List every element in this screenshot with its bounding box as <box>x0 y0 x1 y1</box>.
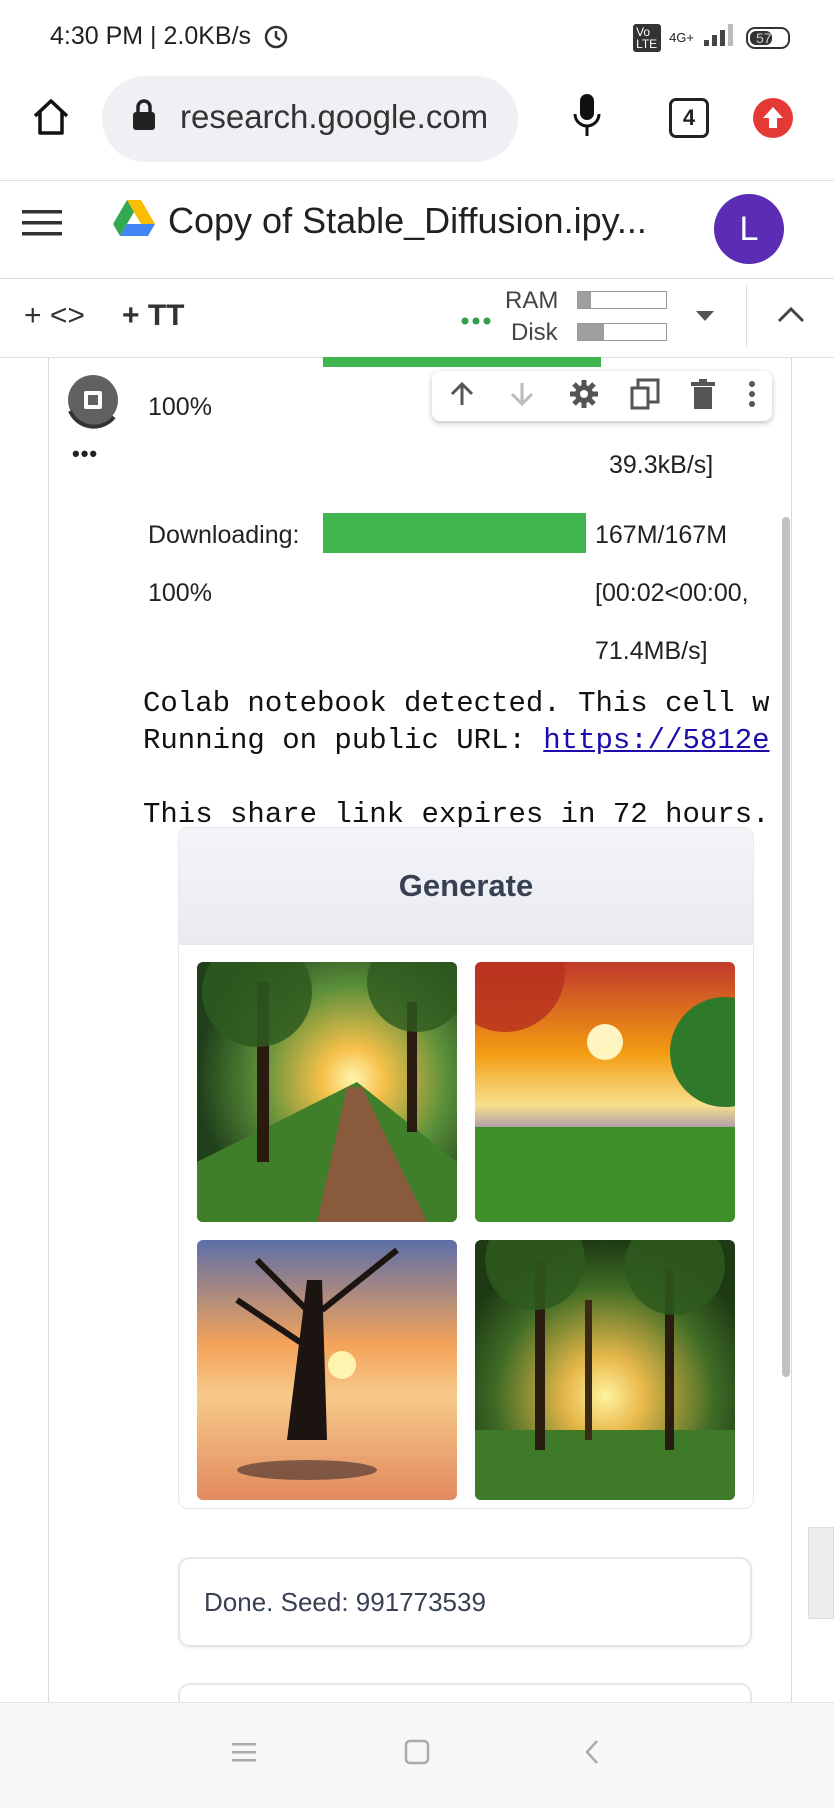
download-progress-bar <box>323 513 586 553</box>
download-time: [00:02<00:00, <box>595 579 749 607</box>
mirror-cell-icon[interactable] <box>630 378 660 415</box>
next-output-box <box>178 1683 752 1702</box>
home-icon[interactable] <box>30 96 72 143</box>
home-nav-icon[interactable] <box>404 1739 430 1770</box>
network-type-label: 4G+ <box>669 30 694 45</box>
recent-apps-icon[interactable] <box>232 1741 256 1768</box>
move-down-icon[interactable] <box>507 379 537 414</box>
resources-dropdown-icon[interactable] <box>694 309 716 328</box>
microphone-icon[interactable] <box>572 92 602 143</box>
android-nav-bar <box>0 1702 834 1808</box>
notebook-title[interactable]: Copy of Stable_Diffusion.ipy... <box>168 200 647 242</box>
colab-toolbar: + <> + TT RAM Disk <box>0 279 834 358</box>
toolbar-divider <box>746 285 747 347</box>
avatar[interactable]: L <box>714 194 784 264</box>
stop-execution-icon[interactable] <box>64 371 122 434</box>
add-text-button[interactable]: + TT <box>122 299 185 333</box>
generated-image-1[interactable] <box>197 962 457 1222</box>
output-actions-icon[interactable]: ••• <box>72 441 98 467</box>
connected-dots-icon <box>460 313 492 331</box>
status-output-text: Done. Seed: 991773539 <box>204 1587 486 1617</box>
back-nav-icon[interactable] <box>582 1739 602 1770</box>
status-output-box: Done. Seed: 991773539 <box>178 1557 752 1647</box>
download-percent: 100% <box>148 579 212 607</box>
menu-icon[interactable] <box>22 208 62 243</box>
progress-bar-previous <box>323 357 601 367</box>
log-url-prefix: Running on public URL: <box>143 724 544 757</box>
log-line-url: Running on public URL: https://5812e <box>143 722 833 759</box>
status-right-icons: Vo LTE 4G+ 57 <box>633 22 790 53</box>
add-code-button[interactable]: + <> <box>24 299 85 333</box>
log-output: Colab notebook detected. This cell w Run… <box>143 685 833 833</box>
download-size: 167M/167M <box>595 521 728 549</box>
browser-toolbar: research.google.com 4 <box>0 70 834 181</box>
disk-usage-bar[interactable] <box>577 323 667 341</box>
url-text[interactable]: research.google.com <box>180 98 488 136</box>
alarm-icon <box>262 22 290 55</box>
notebook-cell-area: 100% ••• 39.3kB/s] Downloading: 167M/167… <box>0 357 834 1702</box>
google-drive-icon <box>112 198 156 243</box>
generated-image-4[interactable] <box>475 1240 735 1500</box>
progress-percent-1: 100% <box>148 393 212 421</box>
status-time: 4:30 PM | 2.0KB/s <box>50 22 252 50</box>
downloading-label: Downloading: <box>148 521 300 549</box>
move-up-icon[interactable] <box>447 379 477 414</box>
colab-header: Copy of Stable_Diffusion.ipy... L <box>0 180 834 279</box>
disk-label: Disk <box>511 319 558 346</box>
status-bar: 4:30 PM | 2.0KB/s Vo LTE 4G+ 57 <box>0 0 834 70</box>
signal-icon <box>702 22 738 53</box>
battery-icon: 57 <box>746 26 790 49</box>
speed-text-1: 39.3kB/s] <box>609 451 714 479</box>
more-options-icon[interactable] <box>747 379 757 414</box>
public-url-link[interactable]: https://5812e <box>543 724 769 757</box>
lock-icon[interactable] <box>130 98 158 137</box>
generate-button[interactable]: Generate <box>179 828 753 945</box>
battery-level: 57 <box>756 29 772 46</box>
output-scrollbar[interactable] <box>782 517 790 1377</box>
page-scrollbar[interactable] <box>808 1527 834 1619</box>
gradio-app: Generate <box>178 827 754 1509</box>
ram-label: RAM <box>505 287 559 314</box>
download-speed: 71.4MB/s] <box>595 637 708 665</box>
volte-icon: Vo LTE <box>633 23 662 52</box>
cell-toolbar <box>432 371 772 421</box>
generated-image-2[interactable] <box>475 962 735 1222</box>
update-icon[interactable] <box>753 98 793 138</box>
delete-icon[interactable] <box>690 378 716 415</box>
generated-image-3[interactable] <box>197 1240 457 1500</box>
tab-switcher-button[interactable]: 4 <box>669 98 709 138</box>
collapse-header-icon[interactable] <box>776 305 806 330</box>
settings-gear-icon[interactable] <box>568 378 600 415</box>
log-line-colab: Colab notebook detected. This cell w <box>143 687 770 720</box>
ram-usage-bar[interactable] <box>577 291 667 309</box>
